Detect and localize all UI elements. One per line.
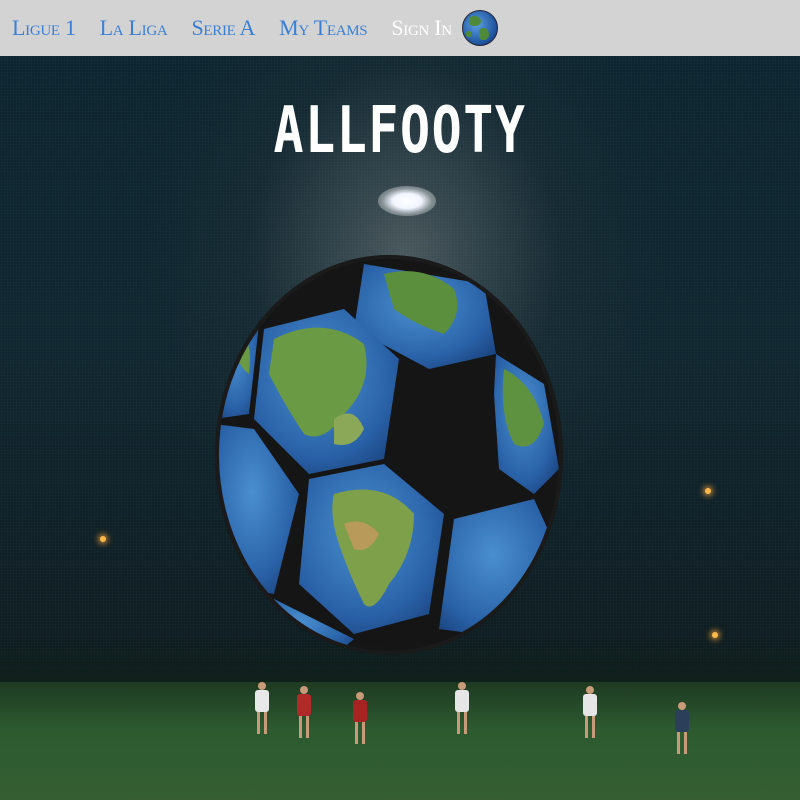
nav-link-serie-a[interactable]: Serie A xyxy=(191,15,255,41)
nav-link-ligue-1[interactable]: Ligue 1 xyxy=(12,15,76,41)
globe-icon[interactable] xyxy=(461,10,498,46)
nav-link-la-liga[interactable]: La Liga xyxy=(100,15,168,41)
floodlight xyxy=(378,186,436,216)
top-nav: Ligue 1 La Liga Serie A My Teams Sign In xyxy=(0,0,800,56)
distant-light xyxy=(705,488,711,494)
site-title: ALLFOOTY xyxy=(273,94,527,168)
treeline xyxy=(0,644,800,684)
sign-in-link[interactable]: Sign In xyxy=(391,15,452,41)
distant-light xyxy=(712,632,718,638)
hero-section: ALLFOOTY xyxy=(0,56,800,800)
distant-light xyxy=(100,536,106,542)
soccer-ball-globe-icon xyxy=(215,255,563,655)
nav-link-my-teams[interactable]: My Teams xyxy=(279,15,368,41)
